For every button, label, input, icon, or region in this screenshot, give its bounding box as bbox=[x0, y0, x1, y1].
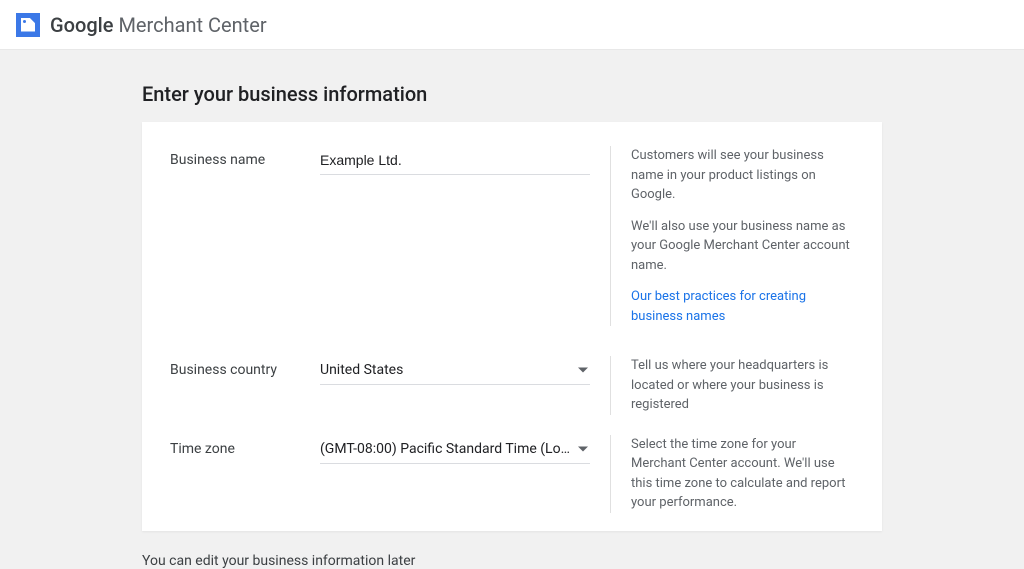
brand-product: Merchant Center bbox=[118, 13, 266, 37]
business-country-select[interactable]: United States bbox=[320, 356, 590, 385]
main-content: Enter your business information Business… bbox=[0, 50, 1024, 569]
select-value: United States bbox=[320, 362, 570, 378]
row-business-country: Business country United States Tell us w… bbox=[170, 356, 854, 415]
label-business-country: Business country bbox=[170, 356, 320, 378]
help-text: Select the time zone for your Merchant C… bbox=[631, 435, 854, 513]
brand-google: Google bbox=[50, 13, 113, 37]
help-text: We'll also use your business name as you… bbox=[631, 217, 854, 276]
app-header: Google Merchant Center bbox=[0, 0, 1024, 50]
label-time-zone: Time zone bbox=[170, 435, 320, 457]
chevron-down-icon bbox=[578, 446, 588, 451]
row-time-zone: Time zone (GMT-08:00) Pacific Standard T… bbox=[170, 435, 854, 513]
help-time-zone: Select the time zone for your Merchant C… bbox=[610, 435, 854, 513]
brand-text: Google Merchant Center bbox=[50, 13, 267, 37]
business-name-input[interactable] bbox=[320, 146, 590, 175]
chevron-down-icon bbox=[578, 368, 588, 373]
business-info-card: Business name Customers will see your bu… bbox=[142, 122, 882, 531]
row-business-name: Business name Customers will see your bu… bbox=[170, 146, 854, 336]
help-text: Tell us where your headquarters is locat… bbox=[631, 356, 854, 415]
time-zone-select[interactable]: (GMT-08:00) Pacific Standard Time (Lo... bbox=[320, 435, 590, 464]
select-value: (GMT-08:00) Pacific Standard Time (Lo... bbox=[320, 441, 570, 457]
help-business-country: Tell us where your headquarters is locat… bbox=[610, 356, 854, 415]
best-practices-link[interactable]: Our best practices for creating business… bbox=[631, 289, 806, 324]
merchant-center-logo-icon bbox=[16, 13, 40, 37]
help-text: Customers will see your business name in… bbox=[631, 146, 854, 205]
help-business-name: Customers will see your business name in… bbox=[610, 146, 854, 326]
label-business-name: Business name bbox=[170, 146, 320, 168]
page-title: Enter your business information bbox=[142, 82, 882, 106]
footer-note: You can edit your business information l… bbox=[142, 553, 882, 569]
